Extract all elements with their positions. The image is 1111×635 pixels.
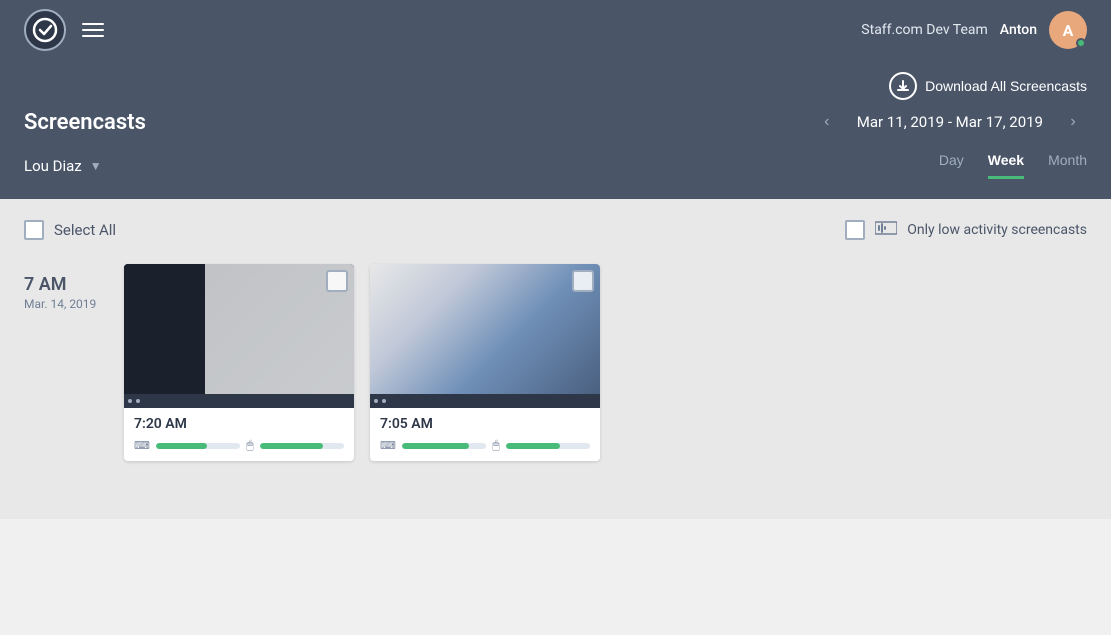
thumbnail-checkbox-2[interactable] [572,270,594,292]
title-date-row: Screencasts ‹ Mar 11, 2019 - Mar 17, 201… [24,108,1087,136]
avatar-status-dot [1076,38,1086,48]
thumbnail-card: 7:05 AM ⌨ 🖱 [370,264,600,461]
keyboard-icon: ⌨ [134,439,150,452]
screen-mock-1 [124,264,354,394]
header-right: Staff.com Dev Team Anton A [861,11,1087,49]
user-selector-dropdown[interactable]: Lou Diaz ▼ [24,157,102,175]
tab-month[interactable]: Month [1048,152,1087,179]
bottom-bar-dot [382,399,386,403]
screen-mock-2 [370,264,600,394]
thumbnail-image [370,264,600,394]
avatar[interactable]: A [1049,11,1087,49]
select-all-group: Select All [24,220,116,240]
content-area: Select All Only low activity screencasts… [0,199,1111,519]
thumbnail-time: 7:20 AM [134,416,344,432]
app-logo[interactable] [24,9,66,51]
thumbnails-row: 7:20 AM ⌨ 🖱 [124,264,600,461]
team-name: Staff.com Dev Team [861,22,988,38]
page-title: Screencasts [24,110,146,135]
keyboard-activity-bar [156,443,240,449]
select-all-checkbox[interactable] [24,220,44,240]
mouse-icon: 🖱 [246,438,253,453]
low-activity-checkbox[interactable] [845,220,865,240]
thumbnail-card: 7:20 AM ⌨ 🖱 [124,264,354,461]
date-range-label: Mar 11, 2019 - Mar 17, 2019 [857,113,1043,131]
tab-week[interactable]: Week [988,152,1024,179]
low-activity-label: Only low activity screencasts [907,222,1087,238]
download-icon [889,72,917,100]
low-activity-group: Only low activity screencasts [845,219,1087,240]
selected-user-label: Lou Diaz [24,157,82,175]
keyboard-activity-bar [402,443,486,449]
mouse-activity-bar [260,443,344,449]
date-nav: ‹ Mar 11, 2019 - Mar 17, 2019 › [813,108,1087,136]
screencast-section: 7 AM Mar. 14, 2019 7:20 AM ⌨ [24,264,1087,461]
thumbnail-time: 7:05 AM [380,416,590,432]
keyboard-fill [156,443,207,449]
bottom-bar-dot [374,399,378,403]
header-left [24,9,104,51]
time-label: 7 AM [24,274,124,295]
thumbnail-image [124,264,354,394]
download-all-button[interactable]: Download All Screencasts [889,72,1087,100]
menu-icon[interactable] [82,23,104,37]
mouse-fill [260,443,323,449]
prev-period-button[interactable]: ‹ [813,108,841,136]
select-all-label: Select All [54,221,116,239]
filter-row: Select All Only low activity screencasts [24,219,1087,240]
keyboard-fill [402,443,470,449]
app-header: Staff.com Dev Team Anton A [0,0,1111,60]
thumbnail-checkbox-1[interactable] [326,270,348,292]
keyboard-icon: ⌨ [380,439,396,452]
tab-day[interactable]: Day [939,152,964,179]
mouse-icon: 🖱 [492,438,499,453]
bottom-bar-dot [128,399,132,403]
download-button-label: Download All Screencasts [925,78,1087,94]
next-period-button[interactable]: › [1059,108,1087,136]
bottom-bar-dot [136,399,140,403]
time-label-col: 7 AM Mar. 14, 2019 [24,264,124,461]
mouse-activity-bar [506,443,590,449]
thumbnail-footer: 7:20 AM ⌨ 🖱 [124,408,354,461]
low-activity-icon [875,219,897,240]
user-name: Anton [1000,22,1037,38]
thumbnail-bottom-bar [124,394,354,408]
view-tabs: Day Week Month [939,152,1087,179]
activity-bars: ⌨ 🖱 [380,438,590,453]
thumbnail-bottom-bar [370,394,600,408]
chevron-down-icon: ▼ [90,159,102,173]
top-panel: Download All Screencasts Screencasts ‹ M… [0,60,1111,199]
download-row: Download All Screencasts [24,60,1087,108]
mouse-fill [506,443,561,449]
user-tabs-row: Lou Diaz ▼ Day Week Month [24,152,1087,179]
avatar-letter: A [1063,21,1074,40]
activity-bars: ⌨ 🖱 [134,438,344,453]
thumbnail-footer: 7:05 AM ⌨ 🖱 [370,408,600,461]
date-label: Mar. 14, 2019 [24,297,124,311]
